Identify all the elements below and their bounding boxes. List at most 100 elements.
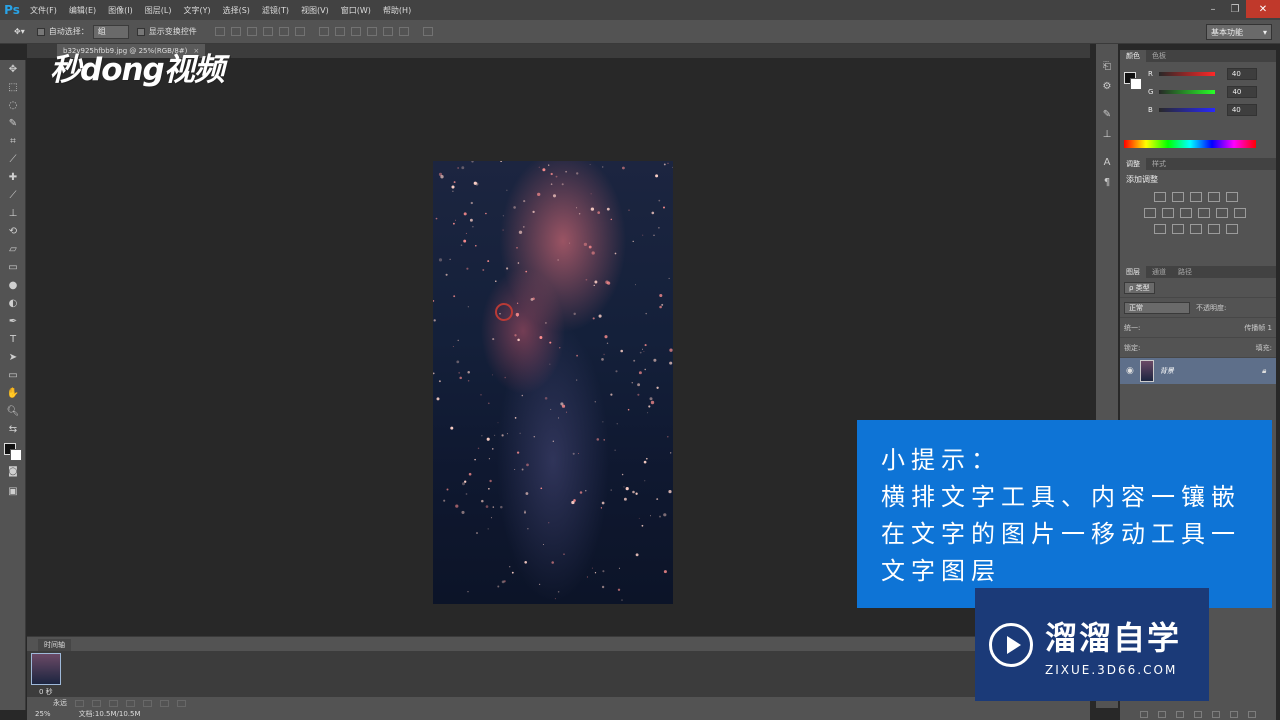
workspace-dropdown[interactable]: 基本功能 ▾ bbox=[1206, 24, 1272, 40]
green-slider[interactable] bbox=[1159, 90, 1216, 94]
vibrance-icon[interactable] bbox=[1226, 192, 1238, 202]
background-color-swatch[interactable] bbox=[10, 449, 22, 461]
tab-adjustments[interactable]: 调整 bbox=[1120, 158, 1146, 170]
menu-file[interactable]: 文件(F) bbox=[24, 0, 63, 20]
delete-frame-icon[interactable] bbox=[177, 699, 186, 707]
blend-mode-select[interactable]: 正常 bbox=[1124, 301, 1190, 314]
crop-tool-icon[interactable]: ⌗ bbox=[0, 132, 26, 150]
auto-select-dropdown[interactable]: 组 bbox=[92, 24, 129, 39]
posterize-icon[interactable] bbox=[1172, 224, 1184, 234]
color-balance-icon[interactable] bbox=[1162, 208, 1174, 218]
red-value[interactable]: 40 bbox=[1226, 68, 1257, 80]
add-mask-icon[interactable] bbox=[1176, 710, 1184, 718]
next-frame-icon[interactable] bbox=[126, 699, 135, 707]
menu-help[interactable]: 帮助(H) bbox=[377, 0, 417, 20]
first-frame-icon[interactable] bbox=[75, 699, 84, 707]
menu-window[interactable]: 窗口(W) bbox=[335, 0, 377, 20]
blue-slider[interactable] bbox=[1158, 108, 1215, 112]
new-group-icon[interactable] bbox=[1212, 710, 1220, 718]
document-image[interactable] bbox=[433, 161, 673, 604]
distribute-bottom-icon[interactable] bbox=[350, 27, 361, 36]
prev-frame-icon[interactable] bbox=[92, 699, 101, 707]
tab-color[interactable]: 颜色 bbox=[1120, 50, 1146, 62]
levels-icon[interactable] bbox=[1172, 192, 1184, 202]
photo-filter-icon[interactable] bbox=[1198, 208, 1210, 218]
align-right-icon[interactable] bbox=[294, 27, 305, 36]
align-hcenter-icon[interactable] bbox=[278, 27, 289, 36]
color-spectrum[interactable] bbox=[1124, 140, 1256, 148]
clone-stamp-tool-icon[interactable]: ⊥ bbox=[0, 204, 26, 222]
menu-type[interactable]: 文字(Y) bbox=[177, 0, 216, 20]
zoom-tool-icon[interactable]: 🔍︎ bbox=[0, 402, 26, 420]
animation-frame[interactable] bbox=[31, 653, 61, 685]
zoom-level[interactable]: 25% bbox=[35, 710, 51, 718]
tab-paths[interactable]: 路径 bbox=[1172, 266, 1198, 278]
tab-layers[interactable]: 图层 bbox=[1120, 266, 1146, 278]
minimize-icon[interactable]: – bbox=[1202, 0, 1224, 18]
duplicate-frame-icon[interactable] bbox=[160, 699, 169, 707]
history-brush-tool-icon[interactable]: ⟲ bbox=[0, 222, 26, 240]
blur-tool-icon[interactable]: ● bbox=[0, 276, 26, 294]
distribute-hcenter-icon[interactable] bbox=[382, 27, 393, 36]
gradient-tool-icon[interactable]: ▭ bbox=[0, 258, 26, 276]
align-left-icon[interactable] bbox=[262, 27, 273, 36]
frame-delay[interactable]: 0 秒 bbox=[39, 687, 53, 697]
tab-channels[interactable]: 通道 bbox=[1146, 266, 1172, 278]
quick-select-tool-icon[interactable]: ✎ bbox=[0, 114, 26, 132]
properties-icon[interactable]: ⚙ bbox=[1096, 76, 1118, 96]
menu-edit[interactable]: 编辑(E) bbox=[63, 0, 102, 20]
clone-source-icon[interactable]: ⊥ bbox=[1096, 124, 1118, 144]
tab-styles[interactable]: 样式 bbox=[1146, 158, 1172, 170]
gradient-map-icon[interactable] bbox=[1208, 224, 1220, 234]
new-adjustment-icon[interactable] bbox=[1194, 710, 1202, 718]
distribute-right-icon[interactable] bbox=[398, 27, 409, 36]
paragraph-icon[interactable]: ¶ bbox=[1096, 172, 1118, 192]
dodge-tool-icon[interactable]: ◐ bbox=[0, 294, 26, 312]
invert-icon[interactable] bbox=[1154, 224, 1166, 234]
loop-select[interactable]: 永远 bbox=[53, 698, 67, 708]
menu-view[interactable]: 视图(V) bbox=[295, 0, 335, 20]
tab-swatches[interactable]: 色板 bbox=[1146, 50, 1172, 62]
auto-align-icon[interactable] bbox=[422, 27, 433, 36]
auto-select-checkbox[interactable] bbox=[36, 27, 45, 36]
swap-colors-icon[interactable]: ⇆ bbox=[0, 420, 26, 438]
lasso-tool-icon[interactable]: ◌ bbox=[0, 96, 26, 114]
curves-icon[interactable] bbox=[1190, 192, 1202, 202]
new-layer-icon[interactable] bbox=[1230, 710, 1238, 718]
hand-tool-icon[interactable]: ✋ bbox=[0, 384, 26, 402]
history-icon[interactable]: ⎗ bbox=[1096, 56, 1118, 76]
path-select-tool-icon[interactable]: ➤ bbox=[0, 348, 26, 366]
timeline-tab[interactable]: 时间轴 bbox=[38, 639, 71, 651]
character-icon[interactable]: A bbox=[1096, 152, 1118, 172]
menu-image[interactable]: 图像(I) bbox=[102, 0, 139, 20]
distribute-left-icon[interactable] bbox=[366, 27, 377, 36]
align-top-icon[interactable] bbox=[214, 27, 225, 36]
healing-brush-tool-icon[interactable]: ✚ bbox=[0, 168, 26, 186]
distribute-top-icon[interactable] bbox=[318, 27, 329, 36]
marquee-tool-icon[interactable]: ⬚ bbox=[0, 78, 26, 96]
layer-style-icon[interactable] bbox=[1158, 710, 1166, 718]
threshold-icon[interactable] bbox=[1190, 224, 1202, 234]
red-slider[interactable] bbox=[1158, 72, 1215, 76]
restore-icon[interactable]: ❐ bbox=[1224, 0, 1246, 18]
move-tool-icon[interactable]: ✥ bbox=[0, 60, 26, 78]
align-bottom-icon[interactable] bbox=[246, 27, 257, 36]
eyedropper-tool-icon[interactable]: ⟋ bbox=[0, 150, 26, 168]
play-icon[interactable] bbox=[109, 699, 118, 707]
background-color-swatch[interactable] bbox=[1130, 78, 1142, 90]
exposure-icon[interactable] bbox=[1208, 192, 1220, 202]
channel-mixer-icon[interactable] bbox=[1216, 208, 1228, 218]
show-transform-checkbox[interactable] bbox=[136, 27, 145, 36]
selective-color-icon[interactable] bbox=[1226, 224, 1238, 234]
pen-tool-icon[interactable]: ✒ bbox=[0, 312, 26, 330]
brush-preset-icon[interactable]: ✎ bbox=[1096, 104, 1118, 124]
layer-background[interactable]: ◉ 背景 🔒︎ bbox=[1120, 358, 1276, 384]
delete-layer-icon[interactable] bbox=[1248, 710, 1256, 718]
distribute-vcenter-icon[interactable] bbox=[334, 27, 345, 36]
align-vcenter-icon[interactable] bbox=[230, 27, 241, 36]
eraser-tool-icon[interactable]: ▱ bbox=[0, 240, 26, 258]
shape-tool-icon[interactable]: ▭ bbox=[0, 366, 26, 384]
hue-saturation-icon[interactable] bbox=[1144, 208, 1156, 218]
green-value[interactable]: 40 bbox=[1227, 86, 1258, 98]
menu-layer[interactable]: 图层(L) bbox=[139, 0, 178, 20]
